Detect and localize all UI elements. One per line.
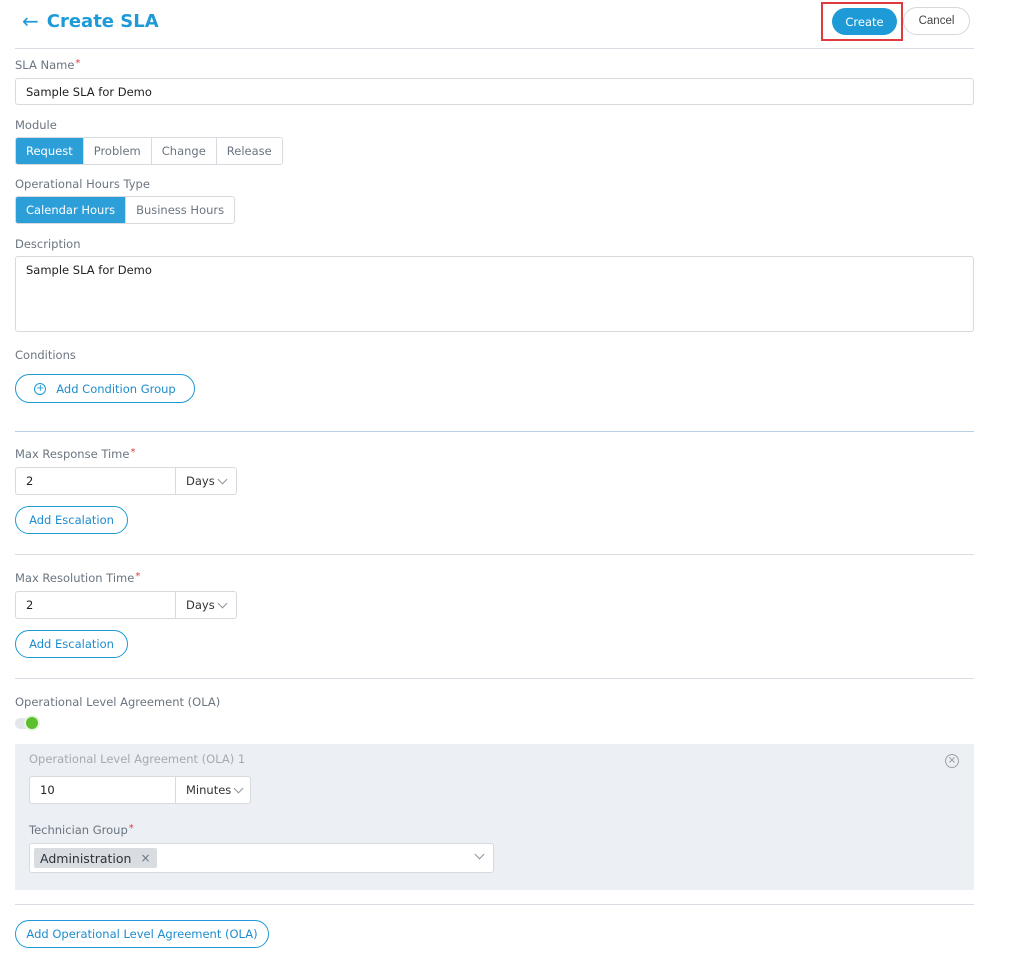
remove-tag-icon[interactable]: × bbox=[140, 851, 150, 865]
hours-option-business[interactable]: Business Hours bbox=[126, 197, 235, 223]
conditions-label: Conditions bbox=[15, 348, 76, 362]
ola-item-title: Operational Level Agreement (OLA) 1 bbox=[29, 752, 246, 766]
create-button[interactable]: Create bbox=[832, 8, 897, 35]
technician-group-select[interactable]: Administration × bbox=[29, 843, 494, 873]
add-escalation-button-response[interactable]: Add Escalation bbox=[15, 506, 128, 534]
toggle-knob bbox=[26, 717, 38, 729]
ola-time-value-input[interactable]: 10 bbox=[29, 776, 175, 804]
chevron-down-icon bbox=[217, 598, 228, 608]
operational-hours-selector: Calendar Hours Business Hours bbox=[15, 196, 236, 224]
max-resolution-input-group: 2 Days bbox=[15, 591, 237, 619]
plus-circle-icon: + bbox=[34, 382, 47, 395]
technician-group-tag: Administration × bbox=[34, 848, 157, 868]
section-divider bbox=[15, 678, 974, 679]
max-resolution-unit-select[interactable]: Days bbox=[175, 591, 237, 619]
page-title: Create SLA bbox=[46, 10, 159, 32]
chevron-down-icon bbox=[217, 474, 228, 484]
module-option-problem[interactable]: Problem bbox=[83, 138, 152, 164]
section-divider bbox=[15, 554, 974, 555]
max-resolution-label: Max Resolution Time* bbox=[15, 571, 141, 585]
technician-group-label: Technician Group* bbox=[29, 823, 134, 837]
arrow-left-icon[interactable]: ← bbox=[22, 11, 39, 31]
module-selector: Request Problem Change Release bbox=[15, 137, 283, 165]
cancel-button[interactable]: Cancel bbox=[903, 7, 970, 35]
chevron-down-icon bbox=[474, 849, 485, 860]
ola-time-unit-select[interactable]: Minutes bbox=[175, 776, 251, 804]
description-textarea[interactable]: Sample SLA for Demo bbox=[15, 256, 974, 332]
module-option-release[interactable]: Release bbox=[216, 138, 282, 164]
add-ola-button[interactable]: Add Operational Level Agreement (OLA) bbox=[15, 920, 269, 948]
header-divider bbox=[15, 48, 974, 49]
max-resolution-value-input[interactable]: 2 bbox=[15, 591, 175, 619]
remove-ola-icon[interactable]: × bbox=[945, 754, 959, 768]
chevron-down-icon bbox=[233, 783, 244, 793]
max-response-unit-select[interactable]: Days bbox=[175, 467, 237, 495]
ola-time-unit-value: Minutes bbox=[186, 783, 232, 797]
ola-label: Operational Level Agreement (OLA) bbox=[15, 695, 221, 709]
sla-name-input[interactable]: Sample SLA for Demo bbox=[15, 78, 974, 105]
add-condition-group-button[interactable]: + Add Condition Group bbox=[15, 374, 195, 403]
page-header: ← Create SLA bbox=[22, 8, 159, 34]
description-label: Description bbox=[15, 237, 81, 251]
max-response-value-input[interactable]: 2 bbox=[15, 467, 175, 495]
technician-group-tag-label: Administration bbox=[40, 850, 132, 866]
max-resolution-unit-value: Days bbox=[186, 598, 215, 612]
ola-time-input-group: 10 Minutes bbox=[29, 776, 251, 804]
ola-toggle[interactable] bbox=[15, 717, 39, 729]
sla-name-label: SLA Name* bbox=[15, 58, 81, 72]
section-divider bbox=[15, 904, 974, 905]
module-option-change[interactable]: Change bbox=[151, 138, 217, 164]
operational-hours-label: Operational Hours Type bbox=[15, 177, 150, 191]
max-response-label: Max Response Time* bbox=[15, 447, 136, 461]
add-condition-group-label: Add Condition Group bbox=[56, 381, 176, 396]
max-response-input-group: 2 Days bbox=[15, 467, 237, 495]
module-label: Module bbox=[15, 118, 57, 132]
hours-option-calendar[interactable]: Calendar Hours bbox=[16, 197, 127, 223]
section-divider bbox=[15, 431, 974, 432]
add-escalation-button-resolution[interactable]: Add Escalation bbox=[15, 630, 128, 658]
module-option-request[interactable]: Request bbox=[16, 138, 84, 164]
max-response-unit-value: Days bbox=[186, 474, 215, 488]
